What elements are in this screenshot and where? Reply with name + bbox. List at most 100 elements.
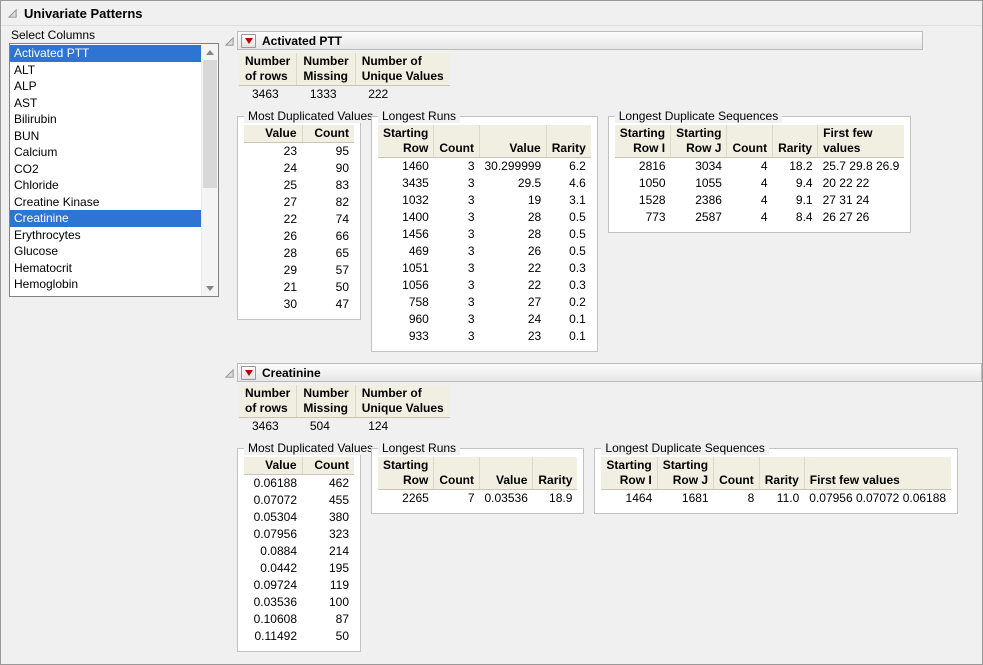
table-row: 1528238649.127 31 24 bbox=[615, 192, 905, 209]
table-cell: 3 bbox=[434, 294, 480, 311]
column-header: First few values bbox=[804, 457, 951, 490]
scrollbar-thumb[interactable] bbox=[203, 60, 217, 188]
table-header-row: Number of rowsNumber MissingNumber of Un… bbox=[239, 385, 450, 418]
column-list-item-alt[interactable]: ALT bbox=[10, 62, 201, 79]
table-cell: 214 bbox=[302, 543, 354, 560]
column-list-item-alp[interactable]: ALP bbox=[10, 78, 201, 95]
table-cell: 3435 bbox=[378, 175, 434, 192]
table-cell: 455 bbox=[302, 492, 354, 509]
table-row: 2150 bbox=[244, 279, 354, 296]
table-cell: 22 bbox=[244, 211, 302, 228]
table-cell: 0.07072 bbox=[244, 492, 302, 509]
column-header: Starting Row I bbox=[615, 125, 671, 158]
table-cell: 30 bbox=[244, 296, 302, 313]
table-cell: 20 22 22 bbox=[818, 175, 905, 192]
table-row: 28163034418.225.7 29.8 26.9 bbox=[615, 158, 905, 176]
column-header: Number of rows bbox=[239, 385, 297, 418]
page-title: Univariate Patterns bbox=[24, 6, 143, 21]
disclosure-triangle-icon[interactable] bbox=[223, 367, 235, 379]
outline-header[interactable]: Creatinine bbox=[237, 363, 982, 382]
table-cell: 1460 bbox=[378, 158, 434, 176]
scroll-up-button[interactable] bbox=[202, 44, 218, 60]
summary-value: 3463 bbox=[239, 418, 297, 436]
table-cell: 1464 bbox=[601, 490, 657, 508]
most-duplicated-values-box: Most Duplicated Values ValueCount 0.0618… bbox=[237, 448, 361, 652]
column-list-item-hemoglobin[interactable]: Hemoglobin bbox=[10, 276, 201, 293]
table-cell: 3 bbox=[434, 226, 480, 243]
outline-header[interactable]: Activated PTT bbox=[237, 31, 923, 50]
table-cell: 29 bbox=[244, 262, 302, 279]
column-list-item-hematocrit[interactable]: Hematocrit bbox=[10, 260, 201, 277]
table-cell: 1456 bbox=[378, 226, 434, 243]
column-header: Value bbox=[480, 457, 533, 490]
summary-value: 124 bbox=[355, 418, 450, 436]
table-header-row: ValueCount bbox=[244, 457, 354, 475]
table-cell: 195 bbox=[302, 560, 354, 577]
table-cell: 28 bbox=[480, 209, 547, 226]
table-row: 1460330.2999996.2 bbox=[378, 158, 591, 176]
table-cell: 23 bbox=[480, 328, 547, 345]
column-list-item-creatinine[interactable]: Creatinine bbox=[10, 210, 201, 227]
column-list-item-glucose[interactable]: Glucose bbox=[10, 243, 201, 260]
red-triangle-icon bbox=[245, 38, 253, 44]
table-cell: 2265 bbox=[378, 490, 434, 508]
longest-runs-box: Longest Runs Starting RowCountValueRarit… bbox=[371, 116, 598, 352]
disclosure-triangle-icon[interactable] bbox=[223, 35, 235, 47]
column-list-item-chloride[interactable]: Chloride bbox=[10, 177, 201, 194]
table-cell: 24 bbox=[244, 160, 302, 177]
column-list-item-ast[interactable]: AST bbox=[10, 95, 201, 112]
table-cell: 1400 bbox=[378, 209, 434, 226]
table-cell: 28 bbox=[244, 245, 302, 262]
table-cell: 0.3 bbox=[546, 277, 591, 294]
column-list-item-bun[interactable]: BUN bbox=[10, 128, 201, 145]
table-row: 9603240.1 bbox=[378, 311, 591, 328]
table-cell: 0.07956 bbox=[244, 526, 302, 543]
scroll-down-button[interactable] bbox=[202, 280, 218, 296]
columns-listbox: Activated PTTALTALPASTBilirubinBUNCalciu… bbox=[9, 43, 219, 297]
most-duplicated-table: ValueCount 0.061884620.070724550.0530438… bbox=[244, 457, 354, 645]
table-cell: 3034 bbox=[671, 158, 727, 176]
table-cell: 758 bbox=[378, 294, 434, 311]
table-row: 2274 bbox=[244, 211, 354, 228]
table-row: 2957 bbox=[244, 262, 354, 279]
table-row: 0.0442195 bbox=[244, 560, 354, 577]
table-cell: 3 bbox=[434, 243, 480, 260]
column-list-item-bilirubin[interactable]: Bilirubin bbox=[10, 111, 201, 128]
table-row: 0.0884214 bbox=[244, 543, 354, 560]
column-list-item-creatine-kinase[interactable]: Creatine Kinase bbox=[10, 194, 201, 211]
column-header: Starting Row J bbox=[657, 457, 713, 490]
table-row: 3047 bbox=[244, 296, 354, 313]
table-row: 0.06188462 bbox=[244, 475, 354, 493]
table-cell: 4 bbox=[727, 158, 773, 176]
table-header-row: ValueCount bbox=[244, 125, 354, 143]
column-header: Count bbox=[302, 457, 354, 475]
column-list-item-co2[interactable]: CO2 bbox=[10, 161, 201, 178]
most-duplicated-values-box: Most Duplicated Values ValueCount 239524… bbox=[237, 116, 361, 320]
red-triangle-menu-button[interactable] bbox=[241, 34, 256, 48]
table-row: 14641681811.00.07956 0.07072 0.06188 bbox=[601, 490, 951, 508]
scrollbar-track[interactable] bbox=[202, 60, 218, 280]
column-list-item-calcium[interactable]: Calcium bbox=[10, 144, 201, 161]
listbox-scrollbar[interactable] bbox=[201, 44, 218, 296]
table-row: 3435329.54.6 bbox=[378, 175, 591, 192]
outline-title: Activated PTT bbox=[262, 34, 342, 48]
table-cell: 9.1 bbox=[773, 192, 818, 209]
table-header-row: Starting Row IStarting Row JCountRarityF… bbox=[601, 457, 951, 490]
red-triangle-menu-button[interactable] bbox=[241, 366, 256, 380]
table-cell: 25 bbox=[244, 177, 302, 194]
summary-values-row: 34631333222 bbox=[239, 86, 450, 104]
longest-runs-table: Starting RowCountValueRarity 226570.0353… bbox=[378, 457, 577, 507]
table-cell: 0.5 bbox=[546, 243, 591, 260]
disclosure-triangle-icon[interactable] bbox=[6, 7, 18, 19]
longest-duplicate-sequences-table: Starting Row IStarting Row JCountRarityF… bbox=[601, 457, 951, 507]
table-cell: 47 bbox=[302, 296, 354, 313]
table-cell: 1528 bbox=[615, 192, 671, 209]
column-list-item-erythrocytes[interactable]: Erythrocytes bbox=[10, 227, 201, 244]
table-row: 2865 bbox=[244, 245, 354, 262]
table-row: 14563280.5 bbox=[378, 226, 591, 243]
table-cell: 74 bbox=[302, 211, 354, 228]
longest-duplicate-sequences-box: Longest Duplicate Sequences Starting Row… bbox=[594, 448, 958, 514]
column-list-item-activated-ptt[interactable]: Activated PTT bbox=[10, 45, 201, 62]
table-cell: 4 bbox=[727, 192, 773, 209]
table-cell: 0.09724 bbox=[244, 577, 302, 594]
